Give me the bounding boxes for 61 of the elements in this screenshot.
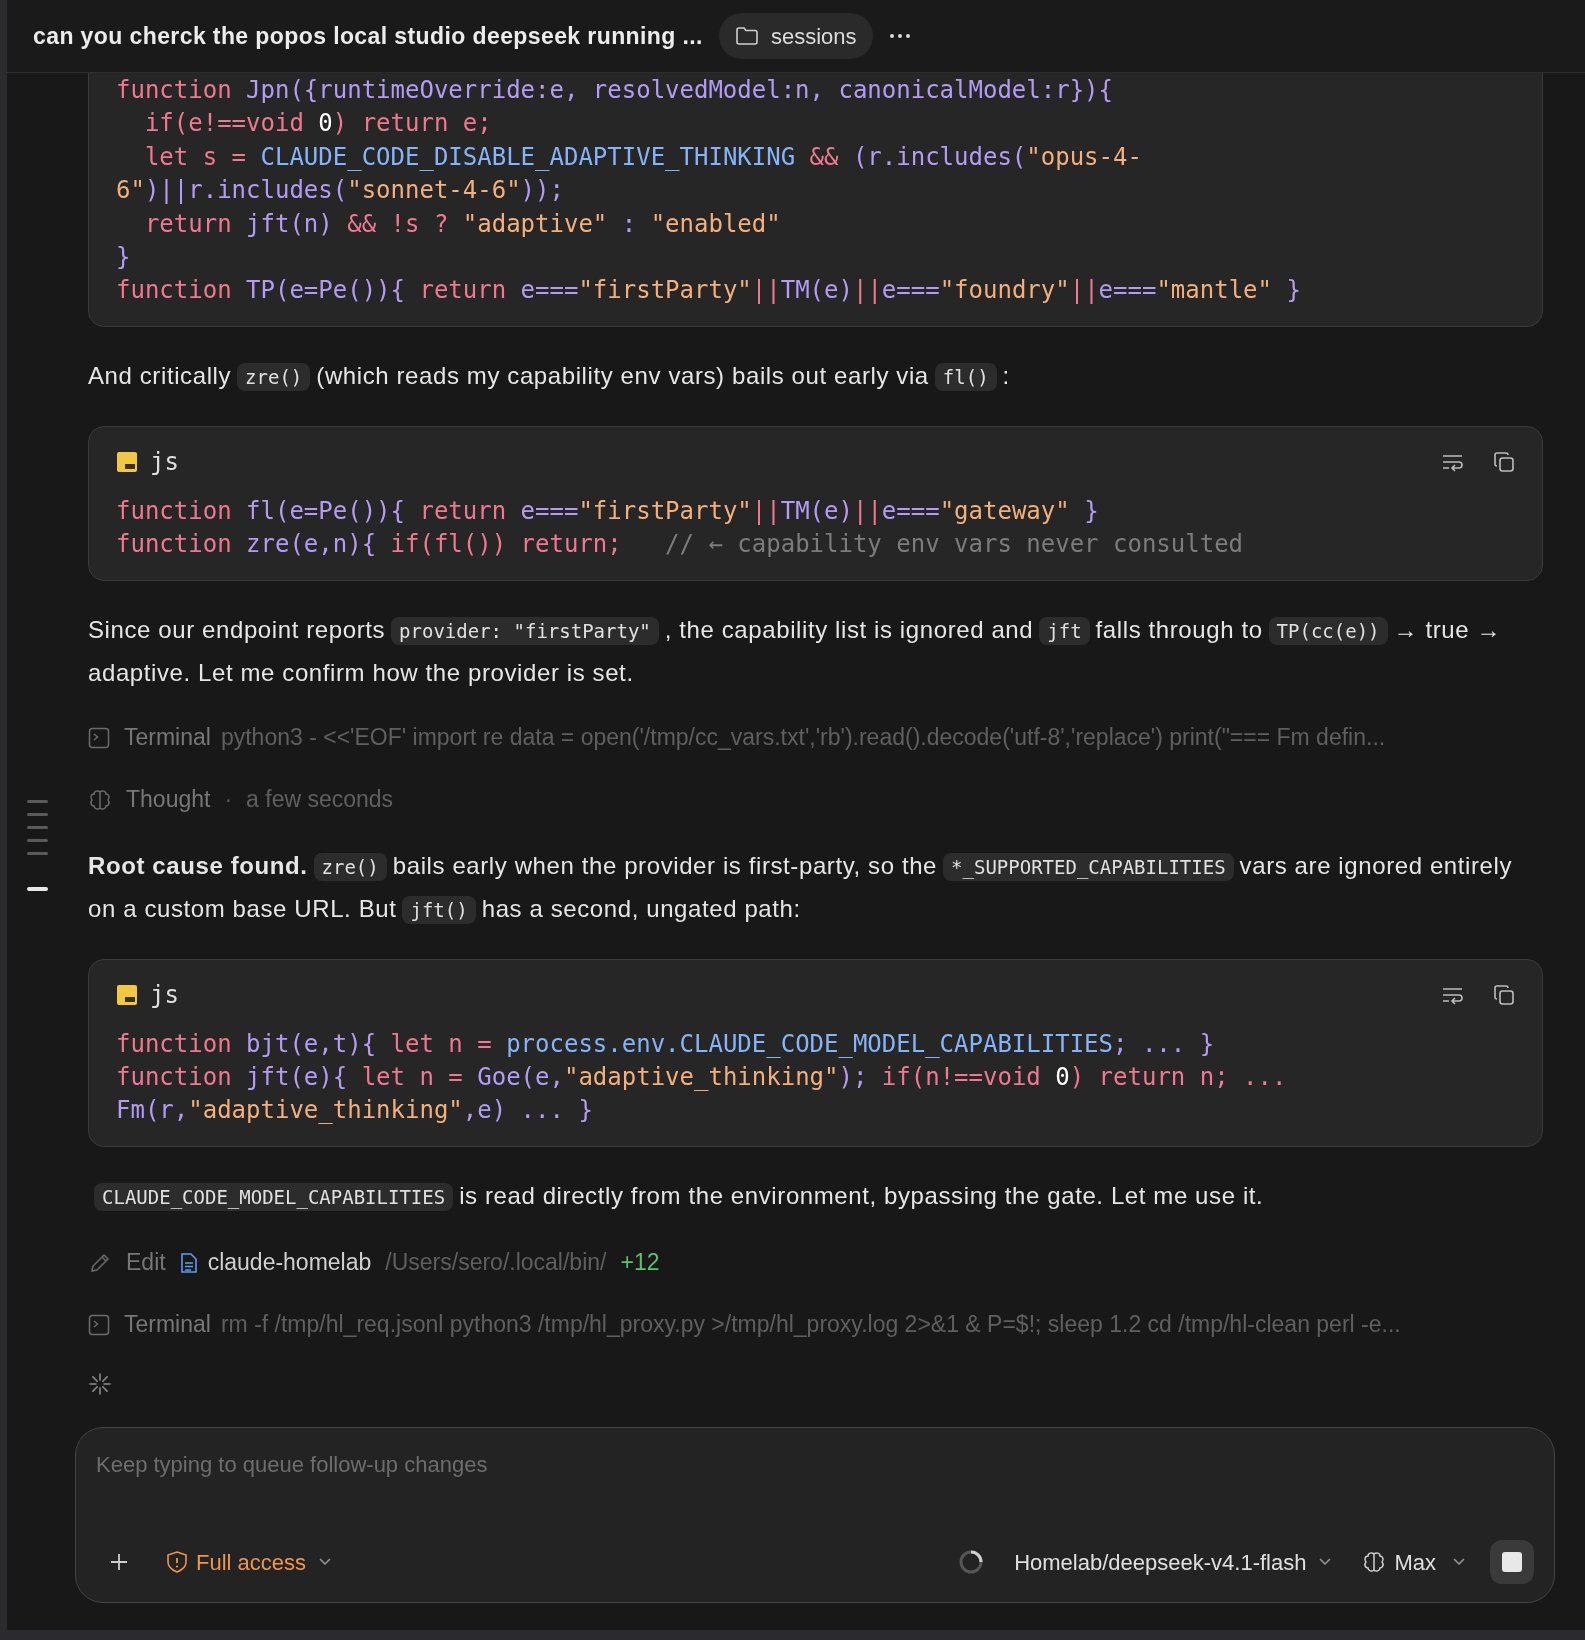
js-file-icon: [116, 450, 138, 473]
paragraph-text: And critically zre() (which reads my capability env vars) bails out early via fl() :: [88, 360, 1011, 393]
code-line: if(e!==void 0) return e;: [143, 108, 493, 140]
paragraph-text: CLAUDE_CODE_MODEL_CAPABILITIES is read directly from the environment, bypassing the gate. Let me use it.: [88, 1174, 1543, 1218]
code-line: function Jpn({runtimeOverride:e, resolvedModel:n, canonicalModel:r}){: [116, 75, 1114, 106]
copy-icon[interactable]: [1493, 983, 1515, 1006]
code-line: }: [116, 241, 132, 273]
terminal-icon: [88, 1313, 110, 1336]
command-text: python3 - <<'EOF' import re data = open('/tmp/cc_vars.txt','rb').read().decode('utf-8','replace') print("=== Fm defin...: [220, 723, 1386, 753]
chat-title: can you cherck the popos local studio deepseek running ...: [33, 21, 703, 51]
diff-count: +12: [620, 1248, 660, 1278]
loading-ring-icon: [958, 1549, 985, 1575]
stop-icon: [1502, 1552, 1522, 1572]
file-name: claude-homelab: [207, 1248, 372, 1278]
tool-label: Terminal: [124, 723, 211, 753]
code-line: function fl(e=Pe()){ return e==="firstParty"||TM(e)||e==="gateway" }: [116, 495, 1100, 527]
code-line: function zre(e,n){ if(fl()) return; // ← capability env vars never consulted: [116, 529, 1245, 561]
js-file-icon: [116, 983, 138, 1006]
tool-label: Terminal: [124, 1310, 211, 1340]
more-icon[interactable]: [888, 33, 911, 39]
code-line: return jft(n) && !s ? "adaptive" : "enabled": [143, 208, 782, 240]
terminal-icon: [88, 726, 110, 749]
code-line: 6")||r.includes("sonnet-4-6"));: [116, 175, 565, 207]
code-line: function jft(e){ let n = Goe(e,"adaptive_thinking"); if(n!==void 0) return n; ...: [116, 1061, 1288, 1093]
outline-marker[interactable]: [27, 887, 48, 891]
code-line: let s = CLAUDE_CODE_DISABLE_ADAPTIVE_THINKING && (r.includes("opus-4-: [143, 141, 1143, 173]
code-line: function TP(e=Pe()){ return e==="firstParty"||TM(e)||e==="foundry"||e==="mantle" }: [116, 275, 1302, 307]
access-dropdown[interactable]: Full access: [166, 1545, 333, 1579]
effort-dropdown[interactable]: Max: [1362, 1545, 1466, 1579]
stop-button[interactable]: [1490, 1540, 1534, 1584]
outline-marker[interactable]: [27, 800, 48, 803]
separator-dot: ·: [224, 785, 233, 815]
plus-icon[interactable]: [108, 1551, 130, 1573]
copy-icon[interactable]: [1493, 450, 1515, 473]
folder-icon: [734, 26, 759, 46]
paragraph-text: Root cause found. zre() bails early when the provider is first-party, so the *_SUPPORTED_CAPABILITIES vars are ignored entirely on a custom base URL. But jft() has a second, ungated path:: [88, 850, 1514, 926]
command-text: rm -f /tmp/hl_req.jsonl python3 /tmp/hl_proxy.py >/tmp/hl_proxy.log 2>&1 & P=$!; sleep 1.2 cd /tmp/hl-clean perl -e...: [220, 1310, 1401, 1340]
sessions-button[interactable]: sessions: [718, 13, 873, 59]
model-dropdown[interactable]: Homelab/deepseek-v4.1-flash: [1014, 1545, 1333, 1579]
chevron-down-icon: [1452, 1557, 1466, 1567]
file-icon: [179, 1251, 198, 1274]
code-line: Fm(r,"adaptive_thinking",e) ... }: [116, 1095, 594, 1127]
tool-label: Thought: [126, 785, 211, 815]
brain-icon: [1362, 1550, 1387, 1574]
paragraph-text: Since our endpoint reports provider: "firstParty" , the capability list is ignored and jft falls through to TP(cc(e)) → true → adaptive. Let me confirm how the provider is set.: [88, 614, 1503, 688]
outline-marker[interactable]: [27, 839, 48, 842]
code-language: js: [150, 979, 179, 1011]
tool-label: Edit: [126, 1248, 166, 1278]
message-input[interactable]: Keep typing to queue follow-up changes: [96, 1448, 1534, 1482]
brain-icon: [88, 787, 112, 812]
code-language: js: [150, 446, 179, 478]
outline-marker[interactable]: [27, 852, 48, 855]
chevron-down-icon: [318, 1557, 333, 1567]
outline-marker[interactable]: [27, 826, 48, 829]
shield-icon: [166, 1550, 188, 1574]
loading-spinner-icon: [88, 1371, 112, 1396]
duration-text: a few seconds: [246, 785, 394, 815]
code-line: function bjt(e,t){ let n = process.env.CLAUDE_CODE_MODEL_CAPABILITIES; ... }: [116, 1028, 1216, 1060]
chevron-down-icon: [1318, 1557, 1333, 1567]
file-path: /Users/sero/.local/bin/: [385, 1248, 607, 1278]
outline-marker[interactable]: [27, 813, 48, 816]
